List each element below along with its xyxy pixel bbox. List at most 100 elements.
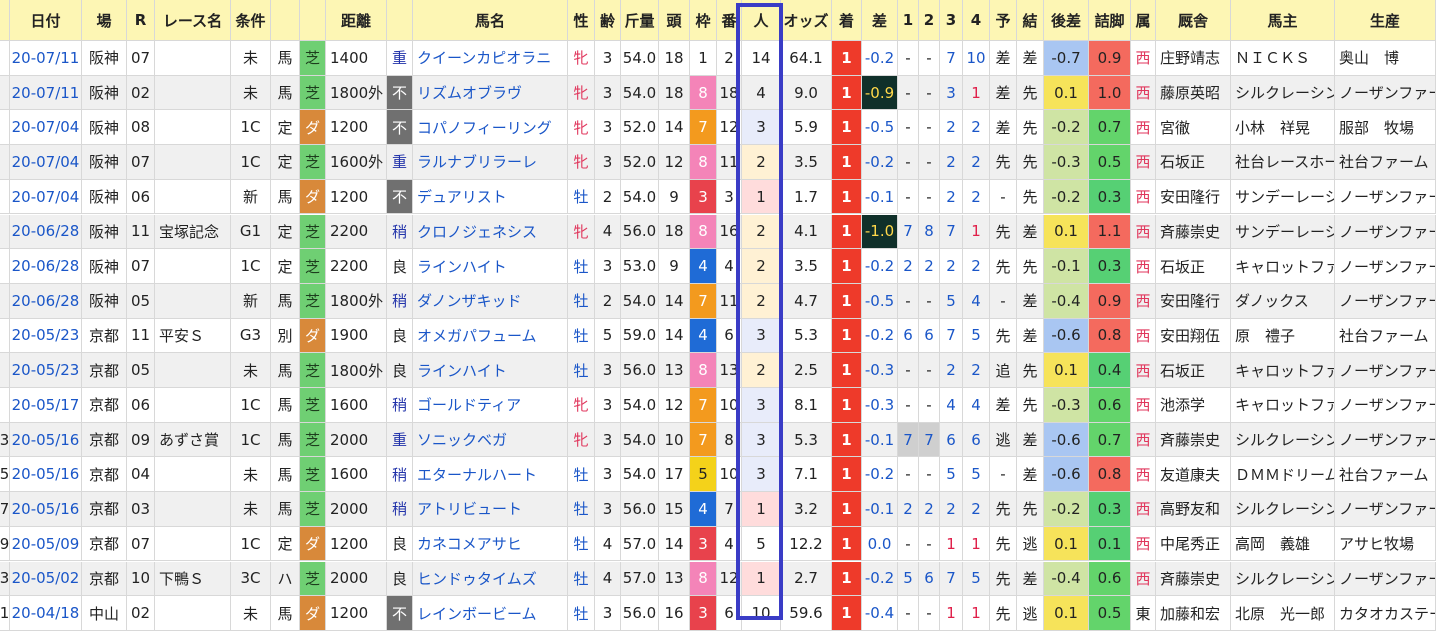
header-date[interactable]: 日付 — [10, 0, 82, 41]
cell-date[interactable]: 20-05/09 — [10, 526, 82, 562]
cell-horse[interactable]: リズムオブラヴ — [413, 75, 568, 111]
header-r[interactable]: R — [127, 0, 155, 41]
header-no[interactable] — [0, 0, 10, 41]
cell-ban: 12 — [717, 110, 742, 146]
header-rank[interactable]: 着 — [832, 0, 862, 41]
cell-date[interactable]: 20-06/28 — [10, 249, 82, 284]
cell-horse[interactable]: ヒンドゥタイムズ — [413, 561, 568, 597]
cell-date[interactable]: 20-07/04 — [10, 145, 82, 180]
header-c4[interactable]: 4 — [963, 0, 990, 41]
cell-horse[interactable]: ラインハイト — [413, 249, 568, 284]
cell-date[interactable]: 20-07/11 — [10, 41, 82, 76]
cell-waku: 8 — [690, 561, 717, 597]
header-atosa[interactable]: 後差 — [1044, 0, 1089, 41]
cell-sex: 牝 — [568, 75, 595, 111]
cell-atosa: 0.1 — [1044, 353, 1089, 388]
cell-kekka: 差 — [1017, 41, 1044, 76]
cell-c4: 2 — [963, 249, 990, 284]
cell-horse[interactable]: ソニックベガ — [413, 422, 568, 458]
cell-race — [155, 75, 231, 111]
header-heads[interactable]: 頭 — [659, 0, 690, 41]
cell-date[interactable]: 20-06/28 — [10, 214, 82, 250]
cell-horse[interactable]: ラルナブリラーレ — [413, 145, 568, 180]
cell-pop: 2 — [742, 283, 781, 319]
header-ban[interactable]: 番 — [717, 0, 742, 41]
header-breeder[interactable]: 生産 — [1335, 0, 1436, 41]
cell-date[interactable]: 20-04/18 — [10, 596, 82, 631]
cell-date[interactable]: 20-05/23 — [10, 353, 82, 388]
header-kyusha[interactable]: 厩舎 — [1156, 0, 1231, 41]
cell-pop: 5 — [742, 526, 781, 562]
header-weight[interactable]: 斤量 — [621, 0, 659, 41]
header-dist[interactable]: 距離 — [326, 0, 387, 41]
cell-date[interactable]: 20-05/16 — [10, 422, 82, 458]
cell-c1: 7 — [898, 214, 919, 250]
cell-date[interactable]: 20-05/02 — [10, 561, 82, 597]
cell-place: 阪神 — [82, 145, 127, 180]
header-horse[interactable]: 馬名 — [413, 0, 568, 41]
cell-date[interactable]: 20-05/23 — [10, 318, 82, 354]
cell-c2: - — [919, 41, 940, 76]
cell-date[interactable]: 20-07/04 — [10, 179, 82, 215]
header-place[interactable]: 場 — [82, 0, 127, 41]
cell-kyusha: 斉藤崇史 — [1156, 561, 1231, 597]
header-sex[interactable]: 性 — [568, 0, 595, 41]
cell-breeder: ノーザンファーム — [1335, 283, 1436, 319]
cell-date[interactable]: 20-05/16 — [10, 457, 82, 493]
cell-no — [0, 145, 10, 180]
cell-horse[interactable]: レインボービーム — [413, 596, 568, 631]
cell-diff: -1.0 — [862, 214, 898, 250]
cell-horse[interactable]: ラインハイト — [413, 353, 568, 388]
cell-heads: 14 — [659, 283, 690, 319]
cell-kyusha: 安田翔伍 — [1156, 318, 1231, 354]
cell-horse[interactable]: カネコメアサヒ — [413, 526, 568, 562]
header-zoku[interactable]: 属 — [1131, 0, 1156, 41]
header-cond[interactable]: 条件 — [231, 0, 271, 41]
cell-horse[interactable]: クイーンカピオラニ — [413, 41, 568, 76]
cell-race — [155, 41, 231, 76]
cell-weight: 57.0 — [621, 561, 659, 597]
cell-horse[interactable]: アトリビュート — [413, 492, 568, 527]
cell-breeder: ノーザンファーム — [1335, 353, 1436, 388]
header-owner[interactable]: 馬主 — [1231, 0, 1335, 41]
header-kekka[interactable]: 結 — [1017, 0, 1044, 41]
cell-horse[interactable]: ゴールドティア — [413, 388, 568, 423]
header-surface[interactable] — [300, 0, 326, 41]
cell-sex: 牡 — [568, 283, 595, 319]
cell-horse[interactable]: エターナルハート — [413, 457, 568, 493]
cell-owner: シルクレーシング — [1231, 75, 1335, 111]
header-diff[interactable]: 差 — [862, 0, 898, 41]
cell-date[interactable]: 20-07/11 — [10, 75, 82, 111]
cell-sex: 牡 — [568, 492, 595, 527]
header-c2[interactable]: 2 — [919, 0, 940, 41]
cell-owner: シルクレーシング — [1231, 422, 1335, 458]
cell-no — [0, 179, 10, 215]
cell-date[interactable]: 20-06/28 — [10, 283, 82, 319]
header-odds[interactable]: オッズ — [781, 0, 832, 41]
header-yoso[interactable]: 予 — [990, 0, 1017, 41]
cell-atosa: 0.1 — [1044, 526, 1089, 562]
cell-horse[interactable]: コパノフィーリング — [413, 110, 568, 146]
cell-ban: 13 — [717, 353, 742, 388]
header-cond2[interactable] — [271, 0, 300, 41]
header-c3[interactable]: 3 — [940, 0, 963, 41]
cell-cond2: 馬 — [271, 353, 300, 388]
cell-horse[interactable]: クロノジェネシス — [413, 214, 568, 250]
header-pop[interactable]: 人 — [742, 0, 781, 41]
header-going[interactable] — [387, 0, 413, 41]
cell-age: 3 — [595, 422, 621, 458]
cell-horse[interactable]: オメガパフューム — [413, 318, 568, 354]
cell-age: 3 — [595, 41, 621, 76]
cell-c3: 2 — [940, 492, 963, 527]
header-age[interactable]: 齢 — [595, 0, 621, 41]
header-waku[interactable]: 枠 — [690, 0, 717, 41]
header-race[interactable]: レース名 — [155, 0, 231, 41]
cell-horse[interactable]: デュアリスト — [413, 179, 568, 215]
cell-date[interactable]: 20-07/04 — [10, 110, 82, 146]
cell-date[interactable]: 20-05/17 — [10, 388, 82, 423]
cell-odds: 2.5 — [781, 353, 832, 388]
cell-horse[interactable]: ダノンザキッド — [413, 283, 568, 319]
header-tsume[interactable]: 詰脚 — [1089, 0, 1131, 41]
cell-date[interactable]: 20-05/16 — [10, 492, 82, 527]
header-c1[interactable]: 1 — [898, 0, 919, 41]
